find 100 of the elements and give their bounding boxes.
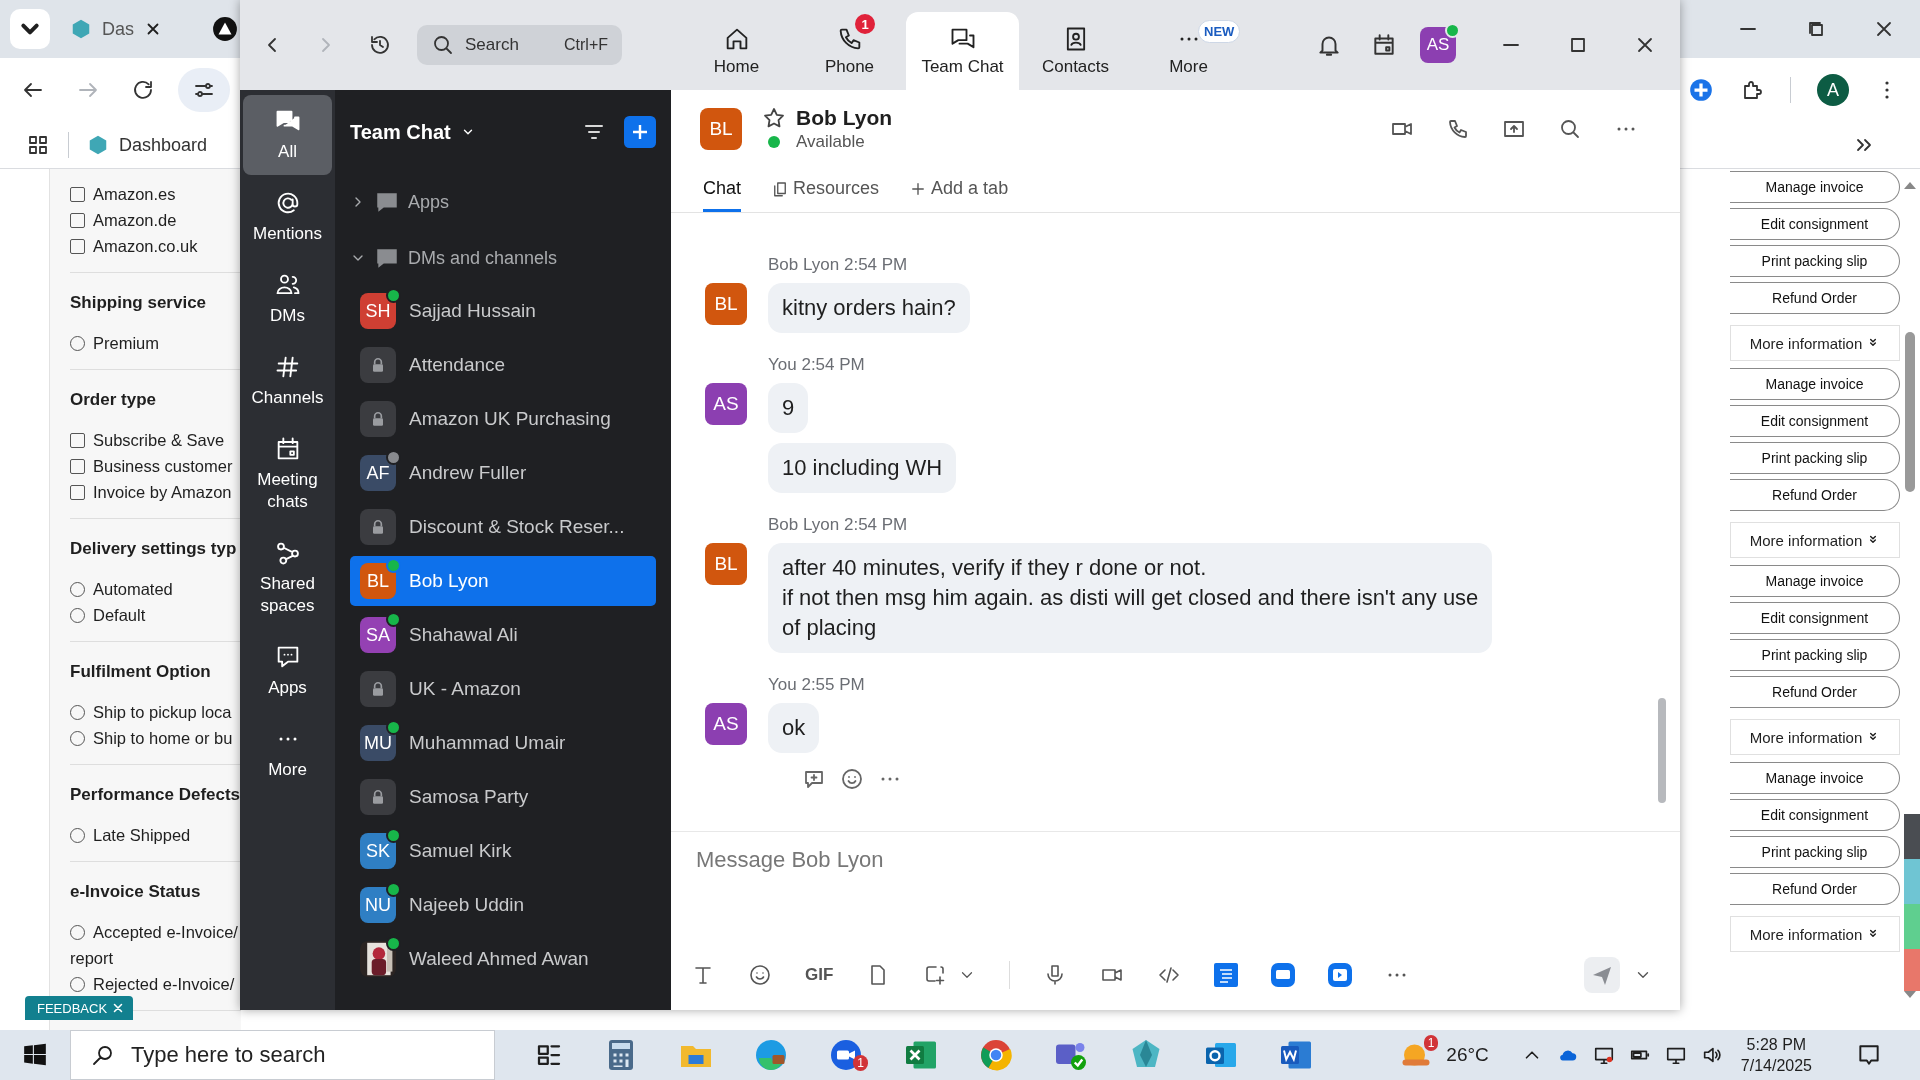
conversation-item[interactable]: Amazon UK Purchasing — [350, 394, 656, 444]
rail-item[interactable]: DMs — [243, 259, 332, 339]
calendar-icon[interactable] — [1371, 32, 1397, 58]
tab-search-button[interactable] — [10, 9, 50, 49]
gif-button[interactable]: GIF — [805, 965, 834, 985]
scrollbar[interactable] — [1658, 698, 1666, 803]
conversation-item[interactable]: SK Samuel Kirk — [350, 826, 656, 876]
nav-tab[interactable]: Team Chat — [906, 12, 1019, 90]
whiteboard-app-icon[interactable] — [1271, 963, 1296, 987]
add-reaction-icon[interactable] — [840, 767, 864, 791]
order-action-button[interactable]: Edit consignment — [1730, 799, 1900, 831]
order-action-button[interactable]: Refund Order — [1730, 282, 1900, 314]
nav-tab[interactable]: 1 Phone — [793, 12, 906, 90]
nav-tab[interactable]: Contacts — [1019, 12, 1132, 90]
more-information-toggle[interactable]: More information — [1730, 916, 1900, 952]
swirl-browser-icon[interactable] — [753, 1037, 789, 1073]
bookmark-link[interactable]: Dashboard — [87, 134, 208, 156]
clips-app-icon[interactable] — [1328, 963, 1353, 987]
order-action-button[interactable]: Edit consignment — [1730, 208, 1900, 240]
search-field[interactable]: Search — [463, 34, 547, 56]
rail-item[interactable]: Meeting chats — [243, 423, 332, 525]
chat-tab[interactable]: Resources — [771, 168, 880, 212]
order-action-button[interactable]: Manage invoice — [1730, 171, 1900, 203]
order-action-button[interactable]: Manage invoice — [1730, 368, 1900, 400]
history-icon[interactable] — [368, 33, 392, 57]
send-button[interactable] — [1584, 957, 1620, 993]
avatar: MU — [360, 725, 396, 761]
order-action-button[interactable]: Refund Order — [1730, 479, 1900, 511]
feedback-tab[interactable]: FEEDBACK — [25, 996, 134, 1020]
notification-badge: 1 — [855, 14, 875, 34]
video-call-icon[interactable] — [828, 1037, 864, 1073]
nav-tab[interactable]: NEW More — [1132, 12, 1245, 90]
checkbox[interactable] — [70, 212, 85, 228]
site-settings-button[interactable] — [178, 68, 230, 112]
checkbox[interactable] — [70, 484, 85, 500]
conversation-item[interactable]: Samosa Party — [350, 772, 656, 822]
clock[interactable]: 5:28 PM 7/14/2025 — [1740, 1034, 1812, 1076]
user-avatar[interactable]: AS — [1420, 27, 1456, 63]
rail-item[interactable]: Apps — [243, 631, 332, 711]
order-action-button[interactable]: Refund Order — [1730, 676, 1900, 708]
more-information-toggle[interactable]: More information — [1730, 325, 1900, 361]
conversation-item[interactable]: MU Muhammad Umair — [350, 718, 656, 768]
round-browser-icon[interactable] — [978, 1037, 1014, 1073]
conversation-item[interactable]: SH Sajjad Hussain — [350, 286, 656, 336]
star-icon[interactable] — [762, 106, 786, 130]
order-action-button[interactable]: Manage invoice — [1730, 565, 1900, 597]
apps-grid-icon[interactable] — [26, 133, 50, 157]
rail-item[interactable]: All — [243, 95, 332, 175]
order-action-button[interactable]: Print packing slip — [1730, 442, 1900, 474]
emoji-icon[interactable] — [748, 963, 772, 987]
notes-app-icon[interactable] — [1214, 963, 1239, 987]
order-action-button[interactable]: Edit consignment — [1730, 405, 1900, 437]
rail-item[interactable]: Shared spaces — [243, 527, 332, 629]
order-action-button[interactable]: Edit consignment — [1730, 602, 1900, 634]
option-label: Subscribe & Save — [93, 430, 225, 451]
order-action-button[interactable]: Print packing slip — [1730, 639, 1900, 671]
triangle-tab-icon[interactable] — [212, 16, 238, 42]
windows-start-icon[interactable] — [22, 1042, 48, 1068]
conversation-item[interactable]: Attendance — [350, 340, 656, 390]
conversation-item[interactable]: Discount & Stock Reser... — [350, 502, 656, 552]
conversation-item[interactable]: BL Bob Lyon — [350, 556, 656, 606]
browser-tab[interactable]: Das — [70, 18, 190, 40]
option-label: Amazon.co.uk — [93, 236, 198, 257]
side-widget[interactable] — [1904, 814, 1920, 994]
rail-item[interactable]: Mentions — [243, 177, 332, 257]
option-label: Default — [93, 605, 146, 626]
hexagon-icon — [87, 134, 109, 156]
profile-avatar[interactable]: A — [1817, 74, 1849, 106]
order-action-button[interactable]: Refund Order — [1730, 873, 1900, 905]
nav-tab[interactable]: Home — [680, 12, 793, 90]
reload-icon[interactable] — [131, 78, 155, 102]
search-bar[interactable]: Type here to search — [70, 1030, 495, 1080]
search-field[interactable]: Type here to search — [129, 1041, 494, 1069]
panel-title[interactable]: Team Chat — [350, 120, 475, 144]
new-chat-button[interactable] — [624, 116, 656, 148]
more-information-toggle[interactable]: More information — [1730, 522, 1900, 558]
rail-item[interactable]: Channels — [243, 341, 332, 421]
conversation-item[interactable]: NU Najeeb Uddin — [350, 880, 656, 930]
conversation-item[interactable]: AF Andrew Fuller — [350, 448, 656, 498]
checkbox[interactable] — [70, 186, 85, 202]
conversation-item[interactable]: SA Shahawal Ali — [350, 610, 656, 660]
phone-icon[interactable] — [1446, 117, 1470, 141]
order-action-button[interactable]: Print packing slip — [1730, 245, 1900, 277]
checkbox[interactable] — [70, 458, 85, 474]
search-bar[interactable]: Search Ctrl+F — [417, 25, 622, 65]
section-header[interactable]: DMs and channels — [350, 230, 656, 286]
extension-icon[interactable] — [1688, 77, 1714, 103]
add-tab-button[interactable]: Add a tab — [909, 168, 1009, 212]
section-header[interactable]: Apps — [350, 174, 656, 230]
notifications-icon[interactable] — [1856, 1042, 1882, 1068]
conversation-item[interactable]: Waleed Ahmed Awan — [350, 934, 656, 984]
order-action-button[interactable]: Print packing slip — [1730, 836, 1900, 868]
checkbox[interactable] — [70, 432, 85, 448]
rail-item[interactable]: More — [243, 713, 332, 793]
search-icon[interactable] — [1558, 117, 1582, 141]
checkbox[interactable] — [70, 238, 85, 254]
more-information-toggle[interactable]: More information — [1730, 719, 1900, 755]
order-action-button[interactable]: Manage invoice — [1730, 762, 1900, 794]
chat-tab[interactable]: Chat — [703, 168, 742, 212]
conversation-item[interactable]: UK - Amazon — [350, 664, 656, 714]
